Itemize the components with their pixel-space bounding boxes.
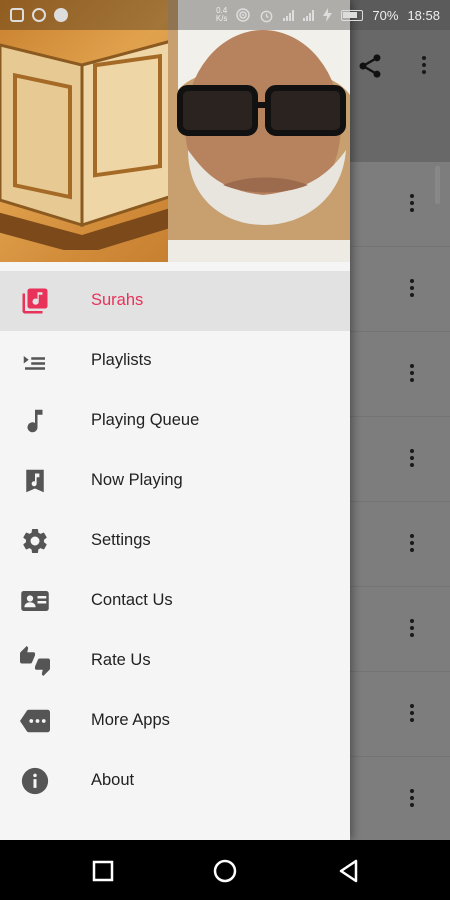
system-icons: 0.4 K/s 70% 18:58 xyxy=(216,7,440,23)
drawer-item-playlists[interactable]: Playlists xyxy=(0,331,350,391)
drawer-item-more-apps[interactable]: More Apps xyxy=(0,691,350,751)
drawer-item-label: Surahs xyxy=(91,291,144,309)
music-note-icon xyxy=(27,409,43,433)
clock: 18:58 xyxy=(407,7,440,23)
drawer-item-about[interactable]: About xyxy=(0,751,350,811)
quran-book-image xyxy=(0,38,180,250)
drawer-item-rate-us[interactable]: Rate Us xyxy=(0,631,350,691)
sheikh-portrait-image xyxy=(168,0,350,262)
more-apps-tag-icon xyxy=(20,709,50,733)
drawer-item-contact-us[interactable]: Contact Us xyxy=(0,571,350,631)
music-library-icon xyxy=(22,288,48,314)
contact-card-icon xyxy=(21,591,49,611)
hotspot-icon xyxy=(236,8,251,22)
drawer-item-label: Contact Us xyxy=(91,591,173,609)
network-speed: 0.4 K/s xyxy=(216,7,228,23)
info-icon xyxy=(21,767,49,795)
drawer-item-label: About xyxy=(91,771,135,789)
drawer-item-label: Rate Us xyxy=(91,651,151,669)
scrollbar[interactable] xyxy=(435,166,440,204)
signal-1-icon xyxy=(283,9,295,21)
music-bookmark-icon xyxy=(26,469,44,493)
drawer-item-label: Settings xyxy=(91,531,151,549)
alarm-icon xyxy=(261,10,273,22)
gear-icon xyxy=(23,528,47,553)
back-icon[interactable] xyxy=(336,858,362,884)
signal-2-icon xyxy=(303,9,315,21)
gallery-notification-icon xyxy=(10,8,24,22)
navigation-drawer: Surahs Playlists Playing Queue Now Playi… xyxy=(0,0,350,840)
drawer-item-settings[interactable]: Settings xyxy=(0,511,350,571)
drawer-item-label: Now Playing xyxy=(91,471,183,489)
drawer-item-label: Playlists xyxy=(91,351,152,369)
status-bar: 0.4 K/s 70% 18:58 xyxy=(0,0,450,30)
drawer-menu: Surahs Playlists Playing Queue Now Playi… xyxy=(0,271,350,811)
drawer-item-now-playing[interactable]: Now Playing xyxy=(0,451,350,511)
drawer-header xyxy=(0,0,350,262)
recent-apps-icon[interactable] xyxy=(90,858,116,884)
navigation-bar xyxy=(0,840,450,900)
drawer-item-surahs[interactable]: Surahs xyxy=(0,271,350,331)
charging-icon xyxy=(323,8,333,22)
screen: 0.4 K/s 70% 18:58 Surahs Playlists Playi… xyxy=(0,0,450,900)
app-notification-icon xyxy=(54,8,68,22)
notification-icons xyxy=(10,8,68,22)
drawer-item-label: More Apps xyxy=(91,711,170,729)
drawer-item-playing-queue[interactable]: Playing Queue xyxy=(0,391,350,451)
home-icon[interactable] xyxy=(212,858,238,884)
sync-notification-icon xyxy=(32,8,46,22)
thumbs-up-down-icon xyxy=(20,646,50,676)
playlist-icon xyxy=(23,356,45,370)
battery-percent: 70% xyxy=(372,7,399,23)
drawer-item-label: Playing Queue xyxy=(91,411,200,429)
battery-icon xyxy=(341,9,364,21)
network-speed-unit: K/s xyxy=(215,14,228,23)
